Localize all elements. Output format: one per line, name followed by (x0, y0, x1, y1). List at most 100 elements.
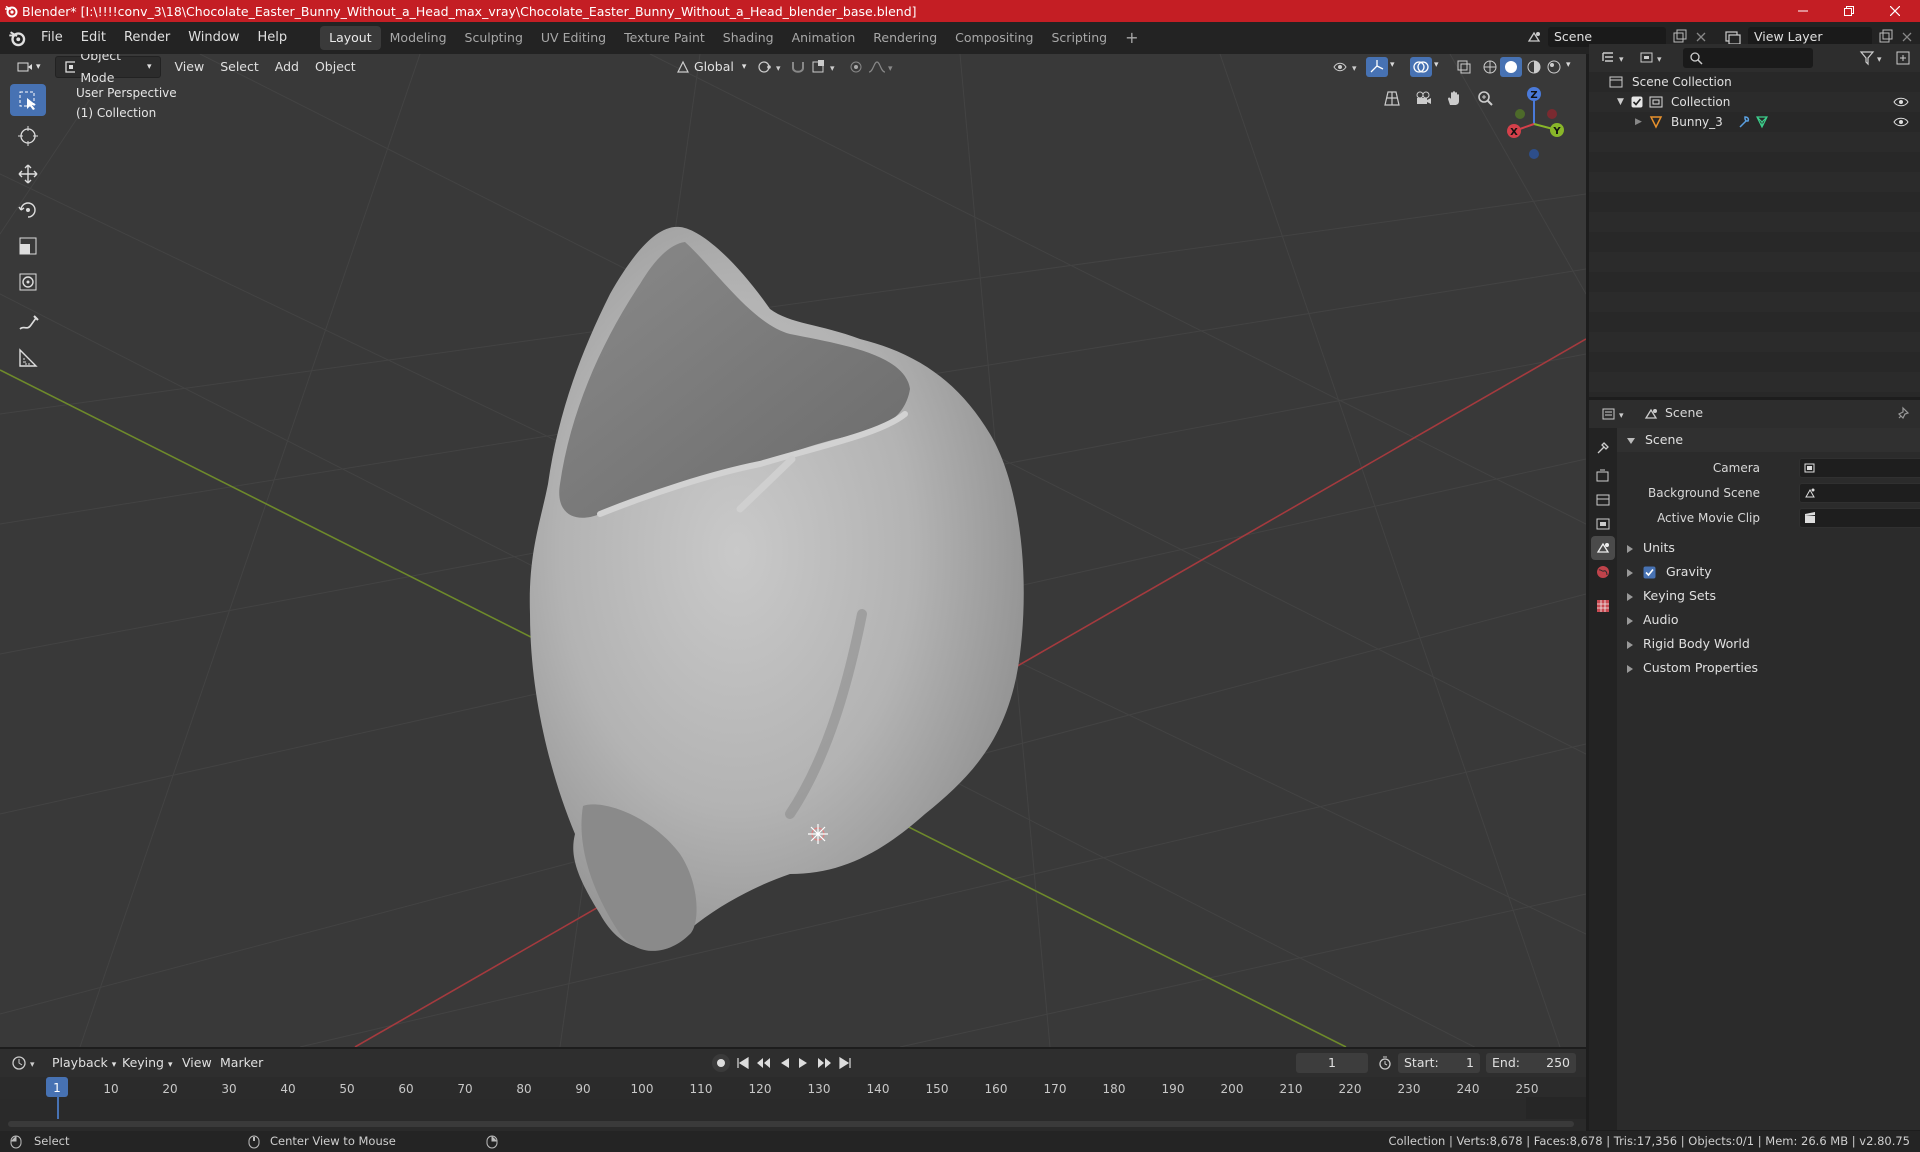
delete-scene-icon[interactable] (1694, 30, 1708, 44)
jump-to-keyframe-forward-icon[interactable] (816, 1056, 832, 1070)
select-box-tool[interactable] (10, 84, 46, 116)
pan-view-button[interactable] (1440, 84, 1468, 112)
tab-uv-editing[interactable]: UV Editing (532, 26, 615, 50)
orientation-dropdown[interactable]: Global ▾ (668, 56, 754, 78)
zoom-view-button[interactable] (1471, 84, 1499, 112)
tab-layout[interactable]: Layout (320, 26, 381, 50)
menu-render[interactable]: Render (115, 26, 179, 50)
end-frame-field[interactable]: End: 250 (1486, 1053, 1576, 1073)
tab-sculpting[interactable]: Sculpting (456, 26, 532, 50)
proportional-edit-icon[interactable] (848, 59, 864, 75)
display-mode-icon[interactable]: ▾ (1639, 50, 1667, 66)
duplicate-scene-icon[interactable] (1672, 29, 1688, 45)
current-frame-field[interactable]: 1 (1296, 1053, 1368, 1073)
mode-dropdown[interactable]: Object Mode ▾ (54, 54, 161, 85)
world-tab[interactable] (1591, 560, 1615, 584)
play-icon[interactable] (796, 1056, 810, 1070)
xray-icon[interactable] (1456, 59, 1472, 75)
gravity-checkbox[interactable] (1643, 566, 1656, 579)
render-tab[interactable] (1591, 464, 1615, 488)
tab-shading[interactable]: Shading (714, 26, 783, 50)
output-tab[interactable] (1591, 488, 1615, 512)
cursor-tool[interactable] (10, 120, 46, 152)
snap-icon[interactable] (790, 59, 806, 75)
record-button[interactable] (712, 1054, 730, 1072)
solid-shading-button[interactable] (1500, 57, 1522, 77)
new-collection-icon[interactable] (1895, 50, 1911, 66)
selectability-visibility-icon[interactable]: ▾ (1332, 59, 1362, 75)
tab-animation[interactable]: Animation (783, 26, 865, 50)
rotate-tool[interactable] (10, 194, 46, 226)
outliner-search-input[interactable] (1683, 48, 1813, 68)
timeline-menu-marker[interactable]: Marker (212, 1052, 271, 1074)
scene-tab[interactable] (1591, 536, 1615, 560)
camera-view-button[interactable] (1409, 84, 1437, 112)
add-workspace-button[interactable]: + (1116, 26, 1147, 50)
units-panel-header[interactable]: Units (1617, 536, 1920, 560)
gizmo-dropdown-arrow[interactable]: ▾ (1390, 60, 1395, 70)
bunny-visibility-eye-icon[interactable] (1893, 116, 1909, 128)
jump-to-keyframe-back-icon[interactable] (756, 1056, 772, 1070)
delete-view-layer-icon[interactable] (1900, 30, 1914, 44)
keying-sets-panel-header[interactable]: Keying Sets (1617, 584, 1920, 608)
editor-type-button[interactable]: ▾ (8, 56, 49, 78)
timeline-scrollbar[interactable] (8, 1121, 1574, 1127)
camera-field[interactable] (1799, 458, 1920, 478)
viewport-menu-object[interactable]: Object (307, 56, 364, 78)
background-scene-field[interactable] (1799, 483, 1920, 503)
annotate-tool[interactable] (10, 308, 46, 340)
maximize-button[interactable] (1826, 0, 1872, 22)
filter-icon[interactable]: ▾ (1859, 50, 1887, 66)
material-shading-icon[interactable] (1526, 59, 1542, 75)
viewport-menu-add[interactable]: Add (267, 56, 307, 78)
jump-to-end-icon[interactable] (838, 1056, 852, 1070)
close-button[interactable] (1872, 0, 1918, 22)
rendered-shading-icon[interactable] (1546, 59, 1562, 75)
menu-window[interactable]: Window (179, 26, 248, 50)
modifier-wrench-icon[interactable] (1737, 115, 1751, 129)
toggle-orthographic-button[interactable] (1378, 84, 1406, 112)
viewport-menu-select[interactable]: Select (212, 56, 267, 78)
texture-tab[interactable] (1591, 594, 1615, 618)
collection-checkbox[interactable] (1631, 96, 1643, 108)
tab-modeling[interactable]: Modeling (381, 26, 456, 50)
outliner-row-scene-collection[interactable]: Scene Collection (1589, 72, 1920, 92)
play-reverse-icon[interactable] (778, 1056, 792, 1070)
move-tool[interactable] (10, 158, 46, 190)
tab-rendering[interactable]: Rendering (864, 26, 946, 50)
overlay-toggle-button[interactable] (1410, 57, 1432, 77)
mesh-data-icon[interactable] (1755, 115, 1769, 129)
collection-visibility-eye-icon[interactable] (1893, 96, 1909, 108)
timeline-menu-playback[interactable]: Playback ▾ (44, 1052, 124, 1074)
timeline-menu-keying[interactable]: Keying ▾ (114, 1052, 181, 1074)
shading-dropdown-arrow[interactable]: ▾ (1566, 60, 1571, 70)
menu-help[interactable]: Help (249, 26, 297, 50)
view-layer-tab[interactable] (1591, 512, 1615, 536)
viewport-menu-view[interactable]: View (167, 56, 213, 78)
scale-tool[interactable] (10, 230, 46, 262)
outliner-editor-type-icon[interactable]: ▾ (1601, 50, 1629, 66)
collapse-collection-icon[interactable]: ▼ (1617, 92, 1624, 112)
tool-tab[interactable] (1591, 436, 1615, 460)
tab-scripting[interactable]: Scripting (1043, 26, 1117, 50)
tab-compositing[interactable]: Compositing (946, 26, 1042, 50)
rigid-body-world-panel-header[interactable]: Rigid Body World (1617, 632, 1920, 656)
jump-to-start-icon[interactable] (736, 1056, 750, 1070)
tab-texture-paint[interactable]: Texture Paint (615, 26, 714, 50)
start-frame-field[interactable]: Start: 1 (1398, 1053, 1480, 1073)
gizmo-toggle-button[interactable] (1366, 57, 1388, 77)
gravity-panel-header[interactable]: Gravity (1617, 560, 1920, 584)
expand-object-icon[interactable]: ▶ (1635, 112, 1642, 132)
wireframe-shading-icon[interactable] (1482, 59, 1498, 75)
active-movie-clip-field[interactable] (1799, 508, 1920, 528)
duplicate-view-layer-icon[interactable] (1878, 29, 1894, 45)
navigation-gizmo[interactable]: Z Y X (1500, 84, 1572, 160)
properties-editor-type-icon[interactable]: ▾ (1601, 406, 1629, 422)
pin-icon[interactable] (1895, 406, 1911, 422)
measure-tool[interactable] (10, 342, 46, 374)
outliner-row-bunny[interactable]: ▶ Bunny_3 (1589, 112, 1920, 132)
transform-tool[interactable] (10, 266, 46, 298)
falloff-icon[interactable]: ▾ (868, 59, 896, 75)
timeline-editor-type-icon[interactable]: ▾ (12, 1055, 40, 1071)
overlay-dropdown-arrow[interactable]: ▾ (1434, 60, 1439, 70)
